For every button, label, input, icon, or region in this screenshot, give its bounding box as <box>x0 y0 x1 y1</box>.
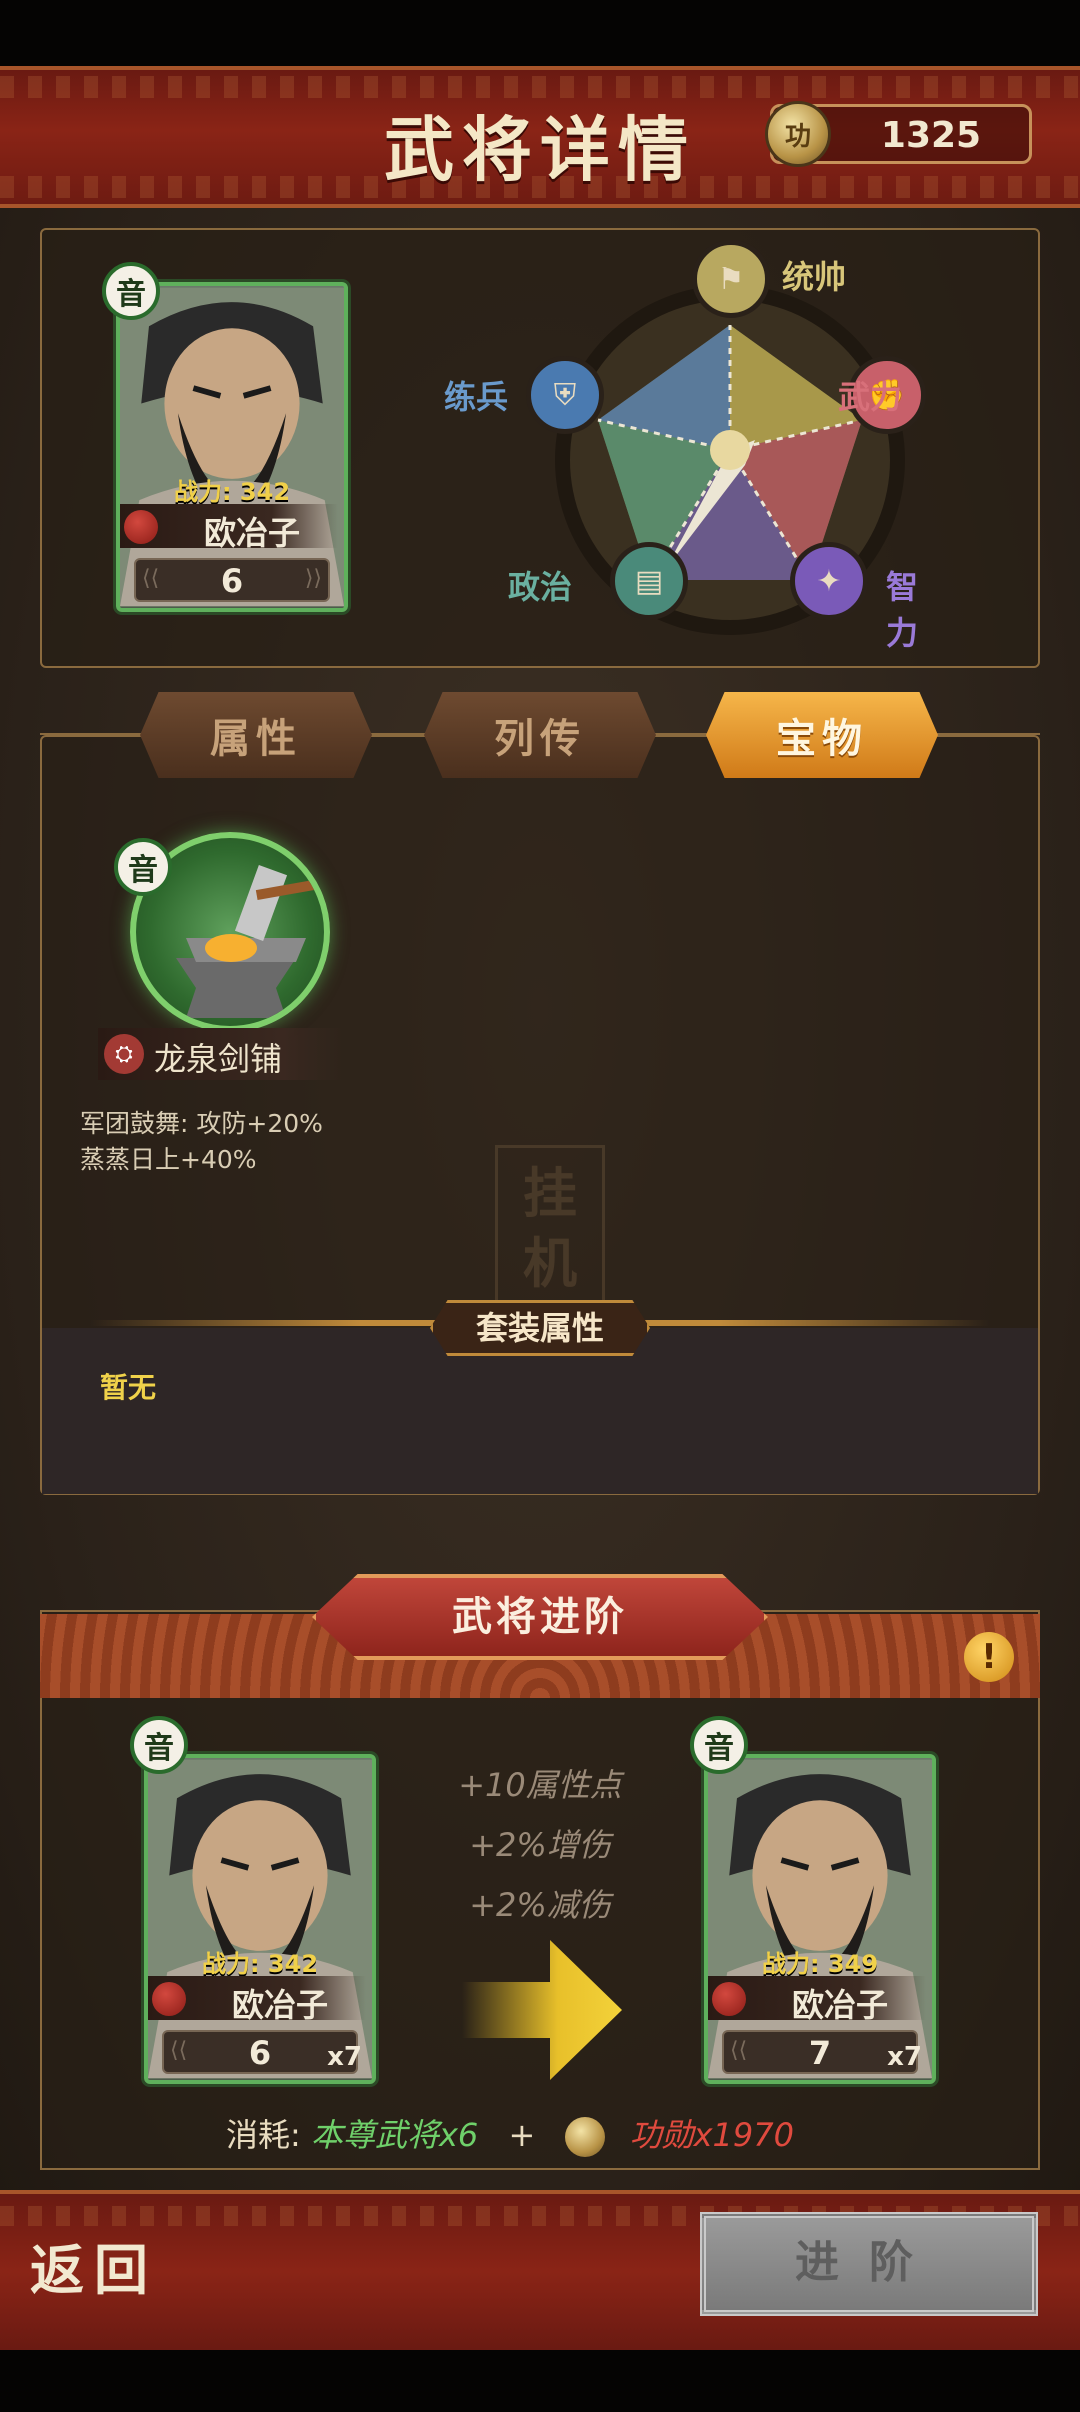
hero-name: 欧冶子 <box>203 514 300 552</box>
treasure-name-bar: ⛭ 龙泉剑铺 <box>98 1028 344 1080</box>
faction-dot-icon <box>152 1982 186 2016</box>
back-button[interactable]: 返回 <box>30 2226 158 2305</box>
after-rarity-badge: 音 <box>690 1716 748 1774</box>
hero-power: 战力: 342 <box>201 1950 319 1978</box>
advance-title: 武将进阶 <box>312 1574 768 1660</box>
treasure-type-icon: ⛭ <box>104 1034 144 1074</box>
before-rarity-badge: 音 <box>130 1716 188 1774</box>
hero-name-bar: 欧冶子 <box>148 1976 366 2024</box>
merit-currency-value: 1325 <box>880 115 982 156</box>
treasure-effect-1: 军团鼓舞: 攻防+20% <box>80 1109 323 1138</box>
intellect-stat-star-icon[interactable]: ✦ <box>790 542 868 620</box>
set-attributes-empty-text: 暂无 <box>100 1371 157 1404</box>
header-bar: 武将详情 功 1325 <box>0 66 1080 208</box>
treasure-name: 龙泉剑铺 <box>154 1040 283 1078</box>
cost-material: 本尊武将x6 <box>310 2116 479 2154</box>
hero-card[interactable]: 战力: 342 欧冶子 ⟨⟨ ⟩⟩ 6 <box>116 282 348 612</box>
advance-alert-icon[interactable]: ! <box>964 1632 1014 1682</box>
cost-merit: 功勋x1970 <box>629 2116 794 2154</box>
tab-attributes[interactable]: 属性 <box>140 692 372 778</box>
card-count: x7 <box>327 2042 362 2072</box>
hero-name-bar: 欧冶子 <box>708 1976 926 2024</box>
faction-dot-icon <box>124 510 158 544</box>
stat-label-training: 练兵 <box>444 378 509 416</box>
status-bar <box>0 0 1080 66</box>
treasure-effect-2: 蒸蒸日上+40% <box>80 1145 257 1174</box>
navigation-bar <box>0 2350 1080 2412</box>
hero-name: 欧冶子 <box>791 1986 888 2024</box>
hero-name-bar: 欧冶子 <box>120 504 338 552</box>
cost-plus: + <box>508 2116 536 2154</box>
faction-dot-icon <box>712 1982 746 2016</box>
advance-after-card[interactable]: 战力: 349 欧冶子 ⟨⟨ 7 x7 <box>704 1754 936 2084</box>
merit-currency-display[interactable]: 功 1325 <box>765 101 1032 167</box>
hero-level: 6 <box>220 562 244 600</box>
treasure-rarity-badge: 音 <box>114 838 172 896</box>
training-stat-armor-icon[interactable]: ⛨ <box>526 356 604 434</box>
stat-label-command: 统帅 <box>782 258 847 296</box>
command-stat-flag-icon[interactable]: ⚑ <box>692 240 770 318</box>
hero-power: 战力: 342 <box>173 478 291 506</box>
bonus-damage-reduction: +2%减伤 <box>469 1886 611 1924</box>
bonus-attribute-points: +10属性点 <box>458 1766 622 1804</box>
stat-label-intellect: 智力 <box>886 568 919 652</box>
advance-button[interactable]: 进阶 <box>700 2212 1038 2316</box>
stat-label-politics: 政治 <box>508 568 573 606</box>
merit-coin-icon <box>565 2117 606 2157</box>
hero-level-bar: ⟨⟨ ⟩⟩ 6 <box>134 558 330 602</box>
advance-cost: 消耗: 本尊武将x6 + 功勋x1970 <box>226 2110 794 2157</box>
card-count: x7 <box>887 2042 922 2072</box>
advance-before-card[interactable]: 战力: 342 欧冶子 ⟨⟨ 6 x7 <box>144 1754 376 2084</box>
bonus-damage-increase: +2%增伤 <box>469 1826 611 1864</box>
tab-biography[interactable]: 列传 <box>424 692 656 778</box>
attribute-radar-chart: ⚑ 统帅 ✊ 武力 ✦ 智力 ▤ 政治 ⛨ 练兵 <box>444 240 940 652</box>
merit-coin-icon: 功 <box>765 101 831 167</box>
set-attributes-title: 套装属性 <box>430 1300 650 1356</box>
cost-label: 消耗: <box>226 2116 301 2154</box>
hero-name: 欧冶子 <box>231 1986 328 2024</box>
tab-treasures[interactable]: 宝物 <box>706 692 938 778</box>
hero-power: 战力: 349 <box>761 1950 879 1978</box>
hero-rarity-badge: 音 <box>102 262 160 320</box>
politics-stat-scroll-icon[interactable]: ▤ <box>610 542 688 620</box>
background-seal-watermark: 挂机 <box>495 1145 605 1325</box>
